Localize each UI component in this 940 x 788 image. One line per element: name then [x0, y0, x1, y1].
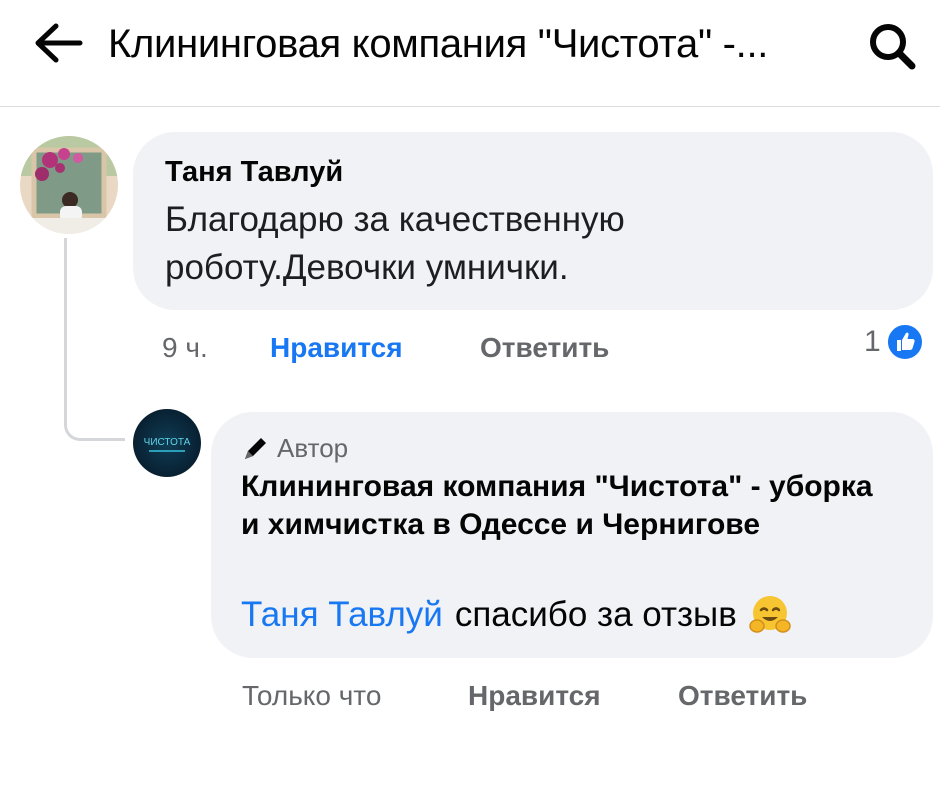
comment-reactions[interactable]: 1 — [864, 322, 925, 362]
arrow-left-icon — [35, 23, 83, 63]
company-logo-text: ЧИСТОТА — [144, 437, 191, 448]
reply-timestamp[interactable]: Только что — [242, 680, 381, 712]
search-button[interactable] — [862, 16, 922, 72]
avatar-company[interactable]: ЧИСТОТА — [133, 409, 201, 477]
thread-connector-line — [64, 238, 125, 441]
comment-bubble: Таня Тавлуй Благодарю за качественную ро… — [133, 132, 933, 310]
reply-message: спасибо за отзыв — [454, 595, 737, 634]
company-logo: ЧИСТОТА — [133, 409, 201, 477]
author-badge-label: Автор — [277, 432, 349, 463]
avatar-photo — [20, 136, 118, 234]
hugging-face-emoji — [749, 596, 791, 633]
back-button[interactable] — [28, 18, 88, 68]
reply-reply-button[interactable]: Ответить — [678, 680, 807, 712]
reply-author-name[interactable]: Клининговая компания "Чистота" - уборка … — [241, 468, 881, 544]
reply-bubble: Автор Клининговая компания "Чистота" - у… — [211, 412, 933, 658]
comment-like-button[interactable]: Нравится — [270, 332, 403, 364]
reactions-count: 1 — [864, 325, 881, 358]
avatar-commenter[interactable] — [20, 136, 118, 234]
reply-mention[interactable]: Таня Тавлуй — [241, 593, 443, 637]
reply-like-button[interactable]: Нравится — [468, 680, 601, 712]
comment-text: Благодарю за качественную роботу.Девочки… — [165, 200, 625, 287]
search-icon — [870, 24, 916, 70]
app-header: Клининговая компания "Чистота" -... — [0, 0, 940, 107]
thumbs-up-icon — [885, 323, 924, 361]
pencil-icon — [245, 438, 266, 459]
comment-reply-button[interactable]: Ответить — [480, 332, 609, 364]
comment-timestamp[interactable]: 9 ч. — [162, 332, 208, 364]
author-badge: Автор — [241, 432, 348, 464]
page-title: Клининговая компания "Чистота" -... — [108, 22, 769, 66]
comment-author-name[interactable]: Таня Тавлуй — [165, 156, 343, 189]
reply-text: Таня Тавлуй спасибо за отзыв — [241, 592, 793, 638]
